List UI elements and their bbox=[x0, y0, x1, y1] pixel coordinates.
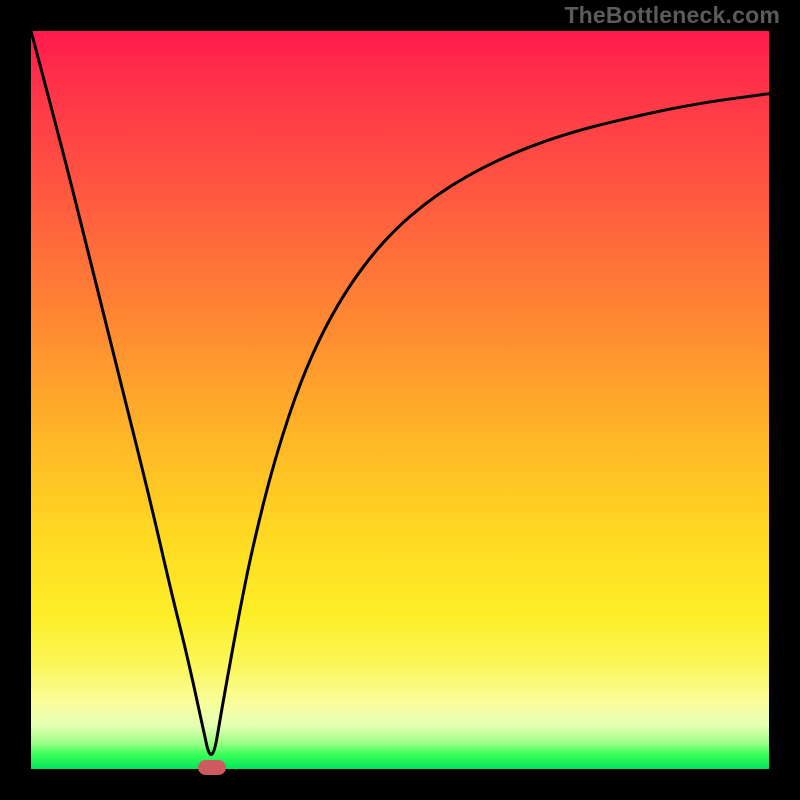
minimum-marker bbox=[198, 760, 226, 775]
chart-frame: TheBottleneck.com bbox=[0, 0, 800, 800]
watermark-text: TheBottleneck.com bbox=[564, 2, 780, 29]
plot-area bbox=[31, 31, 769, 769]
bottleneck-curve bbox=[31, 31, 769, 754]
curve-svg bbox=[31, 31, 769, 769]
